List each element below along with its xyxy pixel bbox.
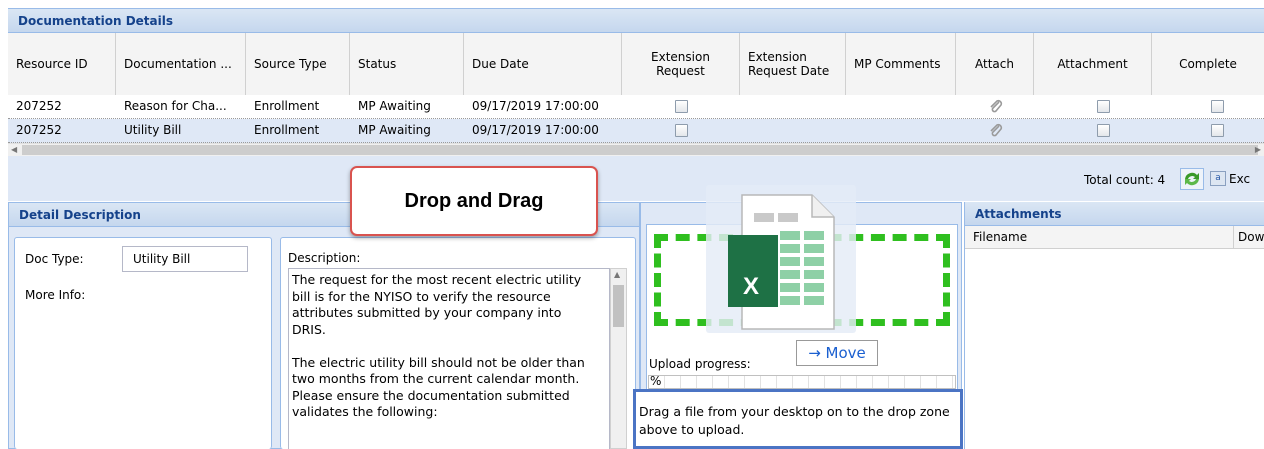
column-header-filename[interactable]: Filename xyxy=(973,230,1027,244)
cell-due-date: 09/17/2019 17:00:00 xyxy=(472,123,599,137)
column-header-extension-request-line1: Extension xyxy=(651,50,710,64)
column-header-documentation[interactable]: Documentation ... xyxy=(116,33,246,95)
column-header-extension-request-line2: Request xyxy=(656,64,705,78)
column-header-attach[interactable]: Attach xyxy=(956,33,1034,95)
column-header-extension-request-date-line1: Extension xyxy=(748,50,807,64)
attachment-checkbox[interactable] xyxy=(1097,124,1110,137)
paperclip-icon[interactable] xyxy=(988,99,1004,115)
column-header-attachment[interactable]: Attachment xyxy=(1034,33,1152,95)
documentation-details-panel: Documentation Details Resource ID Docume… xyxy=(8,8,1264,201)
cell-resource-id: 207252 xyxy=(16,123,62,137)
description-scrollbar[interactable]: ▲ xyxy=(610,268,627,449)
doc-type-field[interactable]: Utility Bill xyxy=(122,246,248,272)
upload-progress-bar: % xyxy=(648,374,956,389)
cell-documentation: Utility Bill xyxy=(124,123,182,137)
drop-and-drag-callout: Drop and Drag xyxy=(350,166,598,236)
upload-progress-label: Upload progress: xyxy=(649,357,751,371)
cell-due-date: 09/17/2019 17:00:00 xyxy=(472,99,599,113)
scroll-left-icon[interactable]: ◀ xyxy=(11,144,17,156)
description-textarea[interactable]: The request for the most recent electric… xyxy=(288,268,610,449)
column-header-mp-comments[interactable]: MP Comments xyxy=(846,33,956,95)
scroll-right-icon[interactable]: ▶ xyxy=(1255,144,1261,156)
cell-documentation: Reason for Cha... xyxy=(124,99,227,113)
column-header-extension-request-date[interactable]: Extension Request Date xyxy=(740,33,846,95)
description-label: Description: xyxy=(288,251,361,265)
total-count: Total count: 4 xyxy=(1084,173,1166,187)
column-header-extension-request-date-line2: Request Date xyxy=(748,64,830,78)
cell-status: MP Awaiting xyxy=(358,123,431,137)
cell-source-type: Enrollment xyxy=(254,99,320,113)
doc-type-label: Doc Type: xyxy=(25,252,84,266)
dragged-file[interactable]: X xyxy=(706,185,856,333)
attachments-panel: Attachments Filename Dow xyxy=(964,202,1264,449)
column-header-complete[interactable]: Complete xyxy=(1152,33,1264,95)
cell-source-type: Enrollment xyxy=(254,123,320,137)
more-info-label: More Info: xyxy=(25,288,86,302)
horizontal-scrollbar[interactable]: ◀ ▶ xyxy=(8,143,1264,156)
table-row[interactable]: 207252 Utility Bill Enrollment MP Awaiti… xyxy=(8,119,1264,143)
column-header-download[interactable]: Dow xyxy=(1233,226,1264,248)
description-scrollbar-thumb[interactable] xyxy=(613,285,624,327)
upload-progress-value: % xyxy=(650,374,662,388)
upload-hint-box: Drag a file from your desktop on to the … xyxy=(633,389,963,449)
documentation-details-title: Documentation Details xyxy=(8,9,1264,33)
refresh-icon xyxy=(1185,172,1199,186)
excel-file-icon xyxy=(728,194,835,330)
attachments-title: Attachments xyxy=(965,202,1264,226)
attachments-header: Filename Dow xyxy=(965,226,1264,249)
excel-letter: X xyxy=(743,273,760,300)
complete-checkbox[interactable] xyxy=(1211,100,1224,113)
export-button[interactable]: a Exc xyxy=(1210,168,1264,190)
cell-status: MP Awaiting xyxy=(358,99,431,113)
column-header-due-date[interactable]: Due Date xyxy=(464,33,622,95)
export-label: Exc xyxy=(1229,172,1251,186)
extension-request-checkbox[interactable] xyxy=(675,100,688,113)
scrollbar-thumb[interactable] xyxy=(22,145,1258,155)
refresh-button[interactable] xyxy=(1180,168,1204,190)
column-header-source-type[interactable]: Source Type xyxy=(246,33,350,95)
paperclip-icon[interactable] xyxy=(988,123,1004,139)
column-header-status[interactable]: Status xyxy=(350,33,464,95)
extension-request-checkbox[interactable] xyxy=(675,124,688,137)
upload-hint-text: Drag a file from your desktop on to the … xyxy=(639,404,950,437)
table-row[interactable]: 207252 Reason for Cha... Enrollment MP A… xyxy=(8,95,1264,119)
column-header-extension-request[interactable]: Extension Request xyxy=(622,33,740,95)
column-header-resource-id[interactable]: Resource ID xyxy=(8,33,116,95)
grid-header: Resource ID Documentation ... Source Typ… xyxy=(8,33,1264,96)
scroll-up-icon[interactable]: ▲ xyxy=(614,270,620,279)
complete-checkbox[interactable] xyxy=(1211,124,1224,137)
grid-toolbar: Total count: 4 a Exc xyxy=(8,157,1264,201)
move-cursor-badge: → Move xyxy=(796,340,878,366)
attachment-checkbox[interactable] xyxy=(1097,100,1110,113)
export-icon: a xyxy=(1210,171,1226,186)
cell-resource-id: 207252 xyxy=(16,99,62,113)
